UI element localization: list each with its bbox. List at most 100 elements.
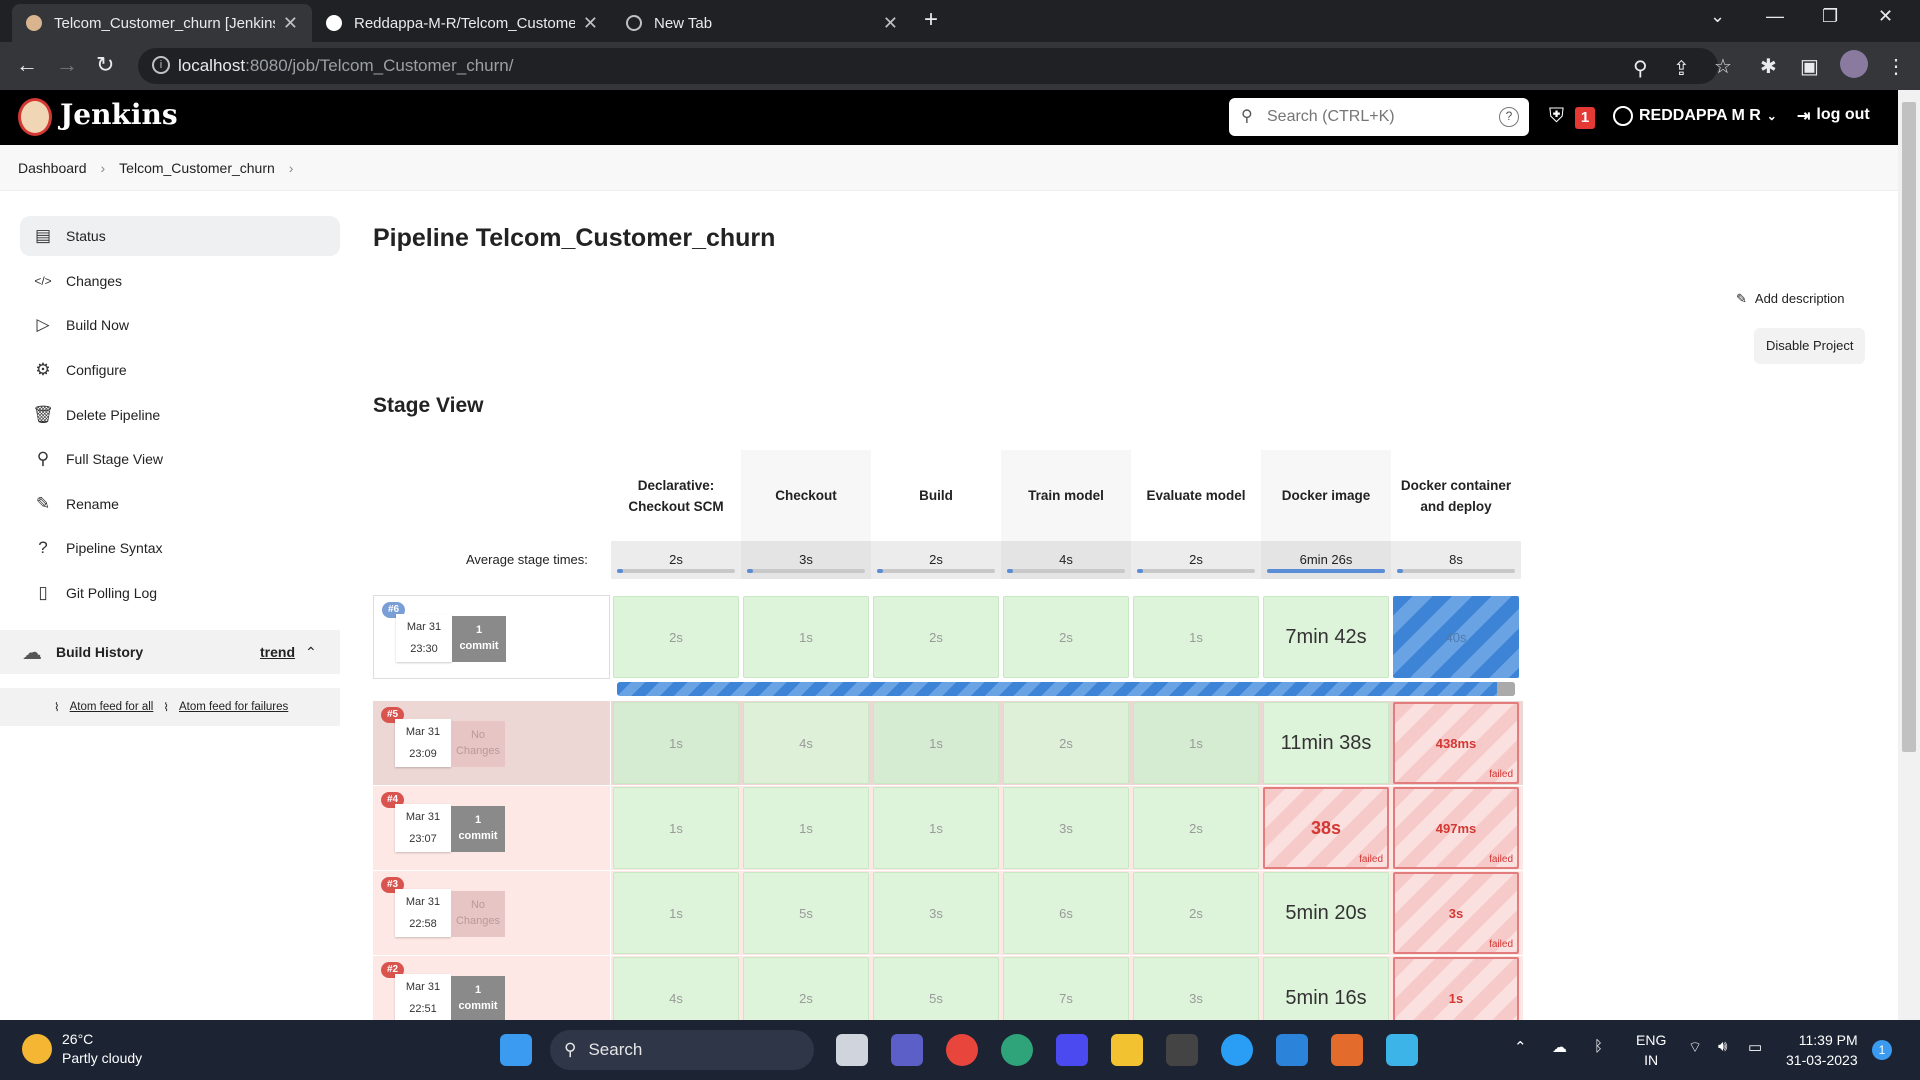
share-icon[interactable]: ⇪ — [1673, 56, 1690, 81]
paint-icon[interactable] — [1386, 1034, 1418, 1066]
commit-badge[interactable]: 1 commit — [451, 976, 505, 1022]
forward-icon[interactable]: → — [56, 52, 78, 78]
restore-icon[interactable]: ❐ — [1822, 6, 1838, 27]
commit-badge[interactable]: No Changes — [451, 721, 505, 767]
sidebar-item-rename[interactable]: ✎ Rename — [20, 484, 340, 524]
language-indicator[interactable]: ENG IN — [1636, 1030, 1666, 1070]
app-icon[interactable] — [1056, 1034, 1088, 1066]
weather-widget[interactable]: 26°C Partly cloudy — [22, 1030, 142, 1068]
profile-avatar[interactable] — [1840, 50, 1868, 78]
sidebar-item-git-polling-log[interactable]: ▯ Git Polling Log — [20, 573, 340, 613]
reload-icon[interactable]: ↻ — [96, 52, 114, 78]
stage-cell[interactable]: 1s — [743, 596, 869, 678]
alert-badge[interactable]: 1 — [1575, 107, 1595, 129]
feed-all-link[interactable]: Atom feed for all — [70, 701, 154, 713]
taskbar-search[interactable]: ⚲ Search — [550, 1030, 814, 1070]
stage-cell[interactable]: 11min 38s — [1263, 702, 1389, 784]
tab-search-icon[interactable]: ⌄ — [1710, 6, 1725, 27]
sidebar-item-pipeline-syntax[interactable]: ? Pipeline Syntax — [20, 528, 340, 568]
search-box[interactable]: ⚲ ? — [1229, 98, 1529, 136]
stage-cell[interactable]: 3s — [1003, 787, 1129, 869]
task-view-icon[interactable] — [836, 1034, 868, 1066]
add-description-link[interactable]: ✎ Add description — [1736, 291, 1845, 307]
stage-cell[interactable]: 6s — [1003, 872, 1129, 954]
stage-cell[interactable]: 2s — [1133, 787, 1259, 869]
stage-cell[interactable]: 2s — [873, 596, 999, 678]
back-icon[interactable]: ← — [16, 52, 38, 78]
scrollbar-thumb[interactable] — [1902, 102, 1916, 752]
build-row-info[interactable]: #4 Mar 31 23:07 1 commit — [373, 786, 610, 870]
jenkins-logo-icon[interactable] — [18, 98, 52, 136]
close-tab-icon[interactable]: ✕ — [283, 13, 298, 34]
stage-cell[interactable]: 2s — [1003, 702, 1129, 784]
bookmark-star-icon[interactable]: ☆ — [1714, 54, 1732, 79]
stage-cell-failed[interactable]: 38s failed — [1263, 787, 1389, 869]
git-icon[interactable] — [1331, 1034, 1363, 1066]
zoom-icon[interactable]: ⚲ — [1633, 56, 1648, 81]
stage-cell[interactable]: 7min 42s — [1263, 596, 1389, 678]
sidebar-item-configure[interactable]: ⚙ Configure — [20, 350, 340, 390]
chrome-menu-icon[interactable]: ⋮ — [1886, 54, 1906, 79]
browser-tab-github[interactable]: Reddappa-M-R/Telcom_Customer_churn ✕ — [312, 4, 612, 42]
browser-tab-jenkins[interactable]: Telcom_Customer_churn [Jenkins] ✕ — [12, 4, 312, 42]
wifi-icon[interactable]: ⌔ — [1688, 1038, 1702, 1057]
sidebar-item-changes[interactable]: </> Changes — [20, 261, 340, 301]
battery-icon[interactable]: ▭ — [1748, 1038, 1762, 1056]
stage-cell[interactable]: 1s — [743, 787, 869, 869]
stage-cell[interactable]: 2s — [1003, 596, 1129, 678]
edge-icon[interactable] — [1001, 1034, 1033, 1066]
feed-failures-link[interactable]: Atom feed for failures — [179, 701, 288, 713]
terminal-icon[interactable] — [1166, 1034, 1198, 1066]
trend-link[interactable]: trend — [260, 644, 295, 660]
commit-badge[interactable]: No Changes — [451, 891, 505, 937]
sidebar-item-status[interactable]: ▤ Status — [20, 216, 340, 256]
stage-cell-failed[interactable]: 438ms failed — [1393, 702, 1519, 784]
address-bar[interactable]: i localhost:8080/job/Telcom_Customer_chu… — [138, 48, 1718, 84]
file-explorer-icon[interactable] — [1111, 1034, 1143, 1066]
page-scrollbar[interactable] — [1898, 90, 1920, 1020]
browser-tab-newtab[interactable]: New Tab ✕ — [612, 4, 912, 42]
stage-cell[interactable]: 5min 20s — [1263, 872, 1389, 954]
bluetooth-icon[interactable]: ᛒ — [1594, 1038, 1603, 1055]
extensions-icon[interactable]: ✱ — [1760, 54, 1777, 79]
user-menu[interactable]: REDDAPPA M R ⌄ — [1613, 106, 1777, 126]
volume-icon[interactable]: 🔊︎ — [1718, 1038, 1727, 1055]
stage-cell-failed[interactable]: 3s failed — [1393, 872, 1519, 954]
site-info-icon[interactable]: i — [152, 56, 170, 74]
stage-cell-running[interactable]: 40s — [1393, 596, 1519, 678]
stage-cell[interactable]: 1s — [1133, 596, 1259, 678]
stage-cell[interactable]: 2s — [1133, 872, 1259, 954]
stage-cell[interactable]: 2s — [613, 596, 739, 678]
commit-badge[interactable]: 1 commit — [451, 806, 505, 852]
stage-cell[interactable]: 5s — [743, 872, 869, 954]
chevron-up-icon[interactable]: ⌃ — [305, 644, 317, 661]
search-input[interactable] — [1267, 106, 1487, 128]
commit-badge[interactable]: 1 commit — [452, 616, 506, 662]
chevron-right-icon[interactable]: › — [289, 160, 294, 176]
build-row-info[interactable]: #5 Mar 31 23:09 No Changes — [373, 701, 610, 785]
breadcrumb-dashboard[interactable]: Dashboard — [18, 160, 87, 176]
clock[interactable]: 11:39 PM 31-03-2023 — [1786, 1030, 1858, 1070]
stage-cell[interactable]: 1s — [1133, 702, 1259, 784]
sidebar-item-full-stage-view[interactable]: ⚲ Full Stage View — [20, 439, 340, 479]
docker-icon[interactable] — [1221, 1034, 1253, 1066]
sidebar-item-build-now[interactable]: ▷ Build Now — [20, 305, 340, 345]
stage-cell-failed[interactable]: 497ms failed — [1393, 787, 1519, 869]
close-tab-icon[interactable]: ✕ — [883, 13, 898, 34]
side-panel-icon[interactable]: ▣ — [1800, 54, 1819, 79]
stage-cell[interactable]: 1s — [613, 702, 739, 784]
windows-start-icon[interactable] — [500, 1034, 532, 1066]
teams-icon[interactable] — [891, 1034, 923, 1066]
onedrive-icon[interactable]: ☁ — [1552, 1038, 1567, 1056]
close-window-icon[interactable]: ✕ — [1878, 6, 1893, 27]
stage-cell[interactable]: 3s — [873, 872, 999, 954]
stage-cell[interactable]: 4s — [743, 702, 869, 784]
chrome-icon[interactable] — [946, 1034, 978, 1066]
help-icon[interactable]: ? — [1499, 107, 1519, 127]
url-text[interactable]: localhost:8080/job/Telcom_Customer_churn… — [178, 56, 513, 76]
disable-project-button[interactable]: Disable Project — [1754, 328, 1866, 364]
stage-cell[interactable]: 1s — [873, 702, 999, 784]
close-tab-icon[interactable]: ✕ — [583, 13, 598, 34]
logout-link[interactable]: ⇥ log out — [1797, 106, 1870, 126]
shield-icon[interactable]: ⛨ — [1549, 105, 1564, 128]
